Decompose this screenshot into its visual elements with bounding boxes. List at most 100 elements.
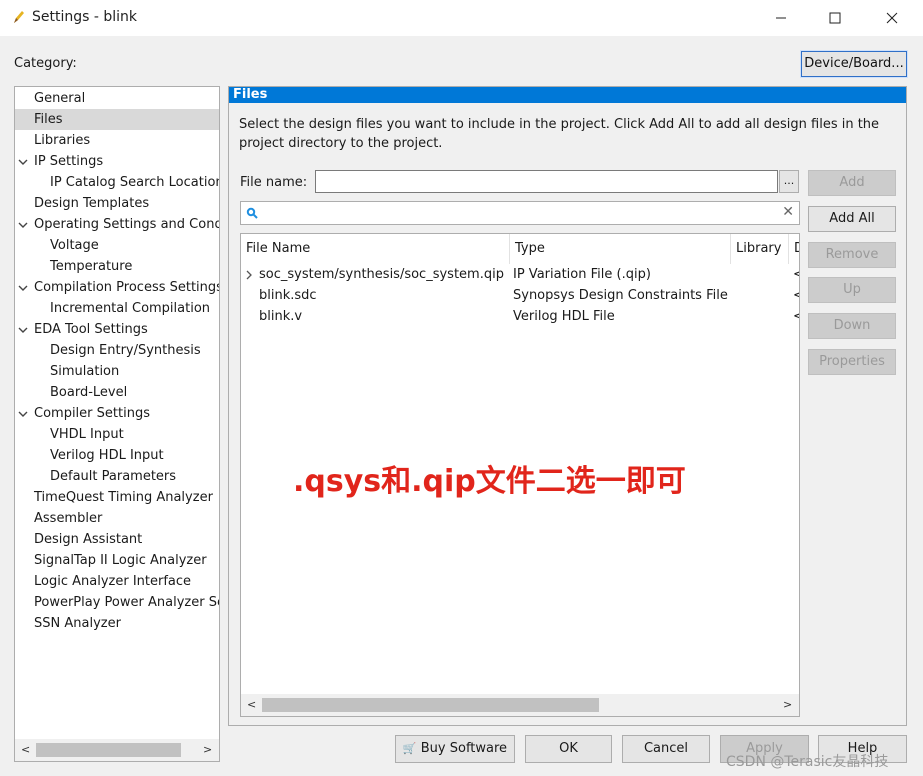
file-type-cell: IP Variation File (.qip) — [513, 267, 651, 282]
category-item-label: Incremental Compilation — [50, 301, 211, 316]
scroll-left-icon[interactable]: < — [21, 743, 30, 756]
remove-button[interactable]: Remove — [808, 242, 896, 268]
file-name-label: File name: — [240, 175, 308, 190]
category-item[interactable]: Temperature — [15, 256, 219, 277]
files-description: Select the design files you want to incl… — [239, 117, 880, 151]
cancel-button[interactable]: Cancel — [622, 735, 710, 763]
category-item[interactable]: Voltage — [15, 235, 219, 256]
browse-button[interactable]: ... — [779, 170, 799, 193]
category-item-label: Voltage — [50, 238, 99, 253]
category-item-label: Verilog HDL Input — [50, 448, 164, 463]
category-item-label: Design Assistant — [34, 532, 143, 547]
category-item-label: Compiler Settings — [34, 406, 150, 421]
scroll-right-icon[interactable]: > — [783, 698, 792, 711]
device-board-button[interactable]: Device/Board... — [800, 50, 908, 78]
minimize-button[interactable] — [758, 0, 804, 36]
files-panel: Files Select the design files you want t… — [228, 86, 907, 726]
category-item[interactable]: IP Settings — [15, 151, 219, 172]
category-item-label: Design Templates — [34, 196, 150, 211]
maximize-button[interactable] — [812, 0, 858, 36]
column-header-library[interactable]: Library — [731, 234, 789, 264]
category-item[interactable]: Verilog HDL Input — [15, 445, 219, 466]
category-item-label: IP Settings — [34, 154, 104, 169]
file-tool-cell: <None> — [793, 306, 799, 327]
down-button[interactable]: Down — [808, 313, 896, 339]
watermark: CSDN @Terasic友晶科技 — [726, 754, 889, 770]
table-row[interactable]: blink.sdc Synopsys Design Constraints Fil… — [241, 285, 799, 306]
title-bar: Settings - blink — [0, 0, 923, 36]
cart-icon: 🛒 — [402, 742, 417, 755]
category-item[interactable]: Incremental Compilation — [15, 298, 219, 319]
close-button[interactable] — [869, 0, 915, 36]
file-tool-cell: <None> — [793, 285, 799, 306]
chevron-down-icon[interactable] — [18, 409, 28, 419]
chevron-right-icon[interactable] — [245, 270, 253, 280]
category-item-label: Temperature — [50, 259, 133, 274]
file-filter-input[interactable]: ✕ — [240, 201, 800, 225]
properties-button[interactable]: Properties — [808, 349, 896, 375]
category-item[interactable]: Design Assistant — [15, 529, 219, 550]
table-row[interactable]: blink.v Verilog HDL File <None> — [241, 306, 799, 327]
category-label: Category: — [14, 56, 77, 71]
window-title: Settings - blink — [32, 9, 138, 25]
category-tree-panel: General Files Libraries IP Settings IP Catal… — [14, 86, 220, 762]
ok-button[interactable]: OK — [525, 735, 612, 763]
scrollbar-thumb[interactable] — [36, 743, 181, 757]
category-item[interactable]: Logic Analyzer Interface — [15, 571, 219, 592]
category-item-label: IP Catalog Search Locations — [50, 175, 219, 190]
file-name-cell: blink.v — [259, 309, 303, 324]
column-header-type[interactable]: Type — [510, 234, 731, 264]
category-item-label: Logic Analyzer Interface — [34, 574, 192, 589]
file-name-cell: blink.sdc — [259, 288, 317, 303]
chevron-down-icon[interactable] — [18, 157, 28, 167]
category-item[interactable]: Simulation — [15, 361, 219, 382]
buy-software-button[interactable]: 🛒 Buy Software — [395, 735, 515, 763]
category-item-label: Files — [34, 112, 63, 127]
scroll-right-icon[interactable]: > — [203, 743, 212, 756]
table-row[interactable]: soc_system/synthesis/soc_system.qip IP Va… — [241, 264, 799, 285]
column-header-design-entry-tool[interactable]: Design Entry/Synthesis Tool — [789, 234, 799, 264]
category-item[interactable]: Compilation Process Settings — [15, 277, 219, 298]
chevron-down-icon[interactable] — [18, 220, 28, 230]
file-name-input[interactable] — [315, 170, 778, 193]
category-item[interactable]: EDA Tool Settings — [15, 319, 219, 340]
category-item[interactable]: SignalTap II Logic Analyzer — [15, 550, 219, 571]
add-all-button[interactable]: Add All — [808, 206, 896, 232]
category-item-label: EDA Tool Settings — [34, 322, 148, 337]
add-button[interactable]: Add — [808, 170, 896, 196]
category-item[interactable]: PowerPlay Power Analyzer Settings — [15, 592, 219, 613]
category-item[interactable]: TimeQuest Timing Analyzer — [15, 487, 219, 508]
category-item[interactable]: Operating Settings and Conditions — [15, 214, 219, 235]
category-item[interactable]: IP Catalog Search Locations — [15, 172, 219, 193]
quartus-pencil-icon — [14, 11, 24, 23]
category-item-label: Board-Level — [50, 385, 128, 400]
category-item-label: Design Entry/Synthesis — [50, 343, 201, 358]
files-horizontal-scrollbar[interactable]: < > — [241, 694, 799, 716]
category-item-label: Operating Settings and Conditions — [34, 217, 219, 232]
files-panel-header: Files — [229, 87, 906, 103]
category-item[interactable]: Files — [15, 109, 219, 130]
clear-search-icon[interactable]: ✕ — [782, 204, 794, 220]
category-item[interactable]: Assembler — [15, 508, 219, 529]
category-item[interactable]: Design Templates — [15, 193, 219, 214]
category-horizontal-scrollbar[interactable]: < > — [15, 739, 219, 761]
up-button[interactable]: Up — [808, 277, 896, 303]
category-item[interactable]: Board-Level — [15, 382, 219, 403]
scrollbar-thumb[interactable] — [262, 698, 599, 712]
category-item-label: SignalTap II Logic Analyzer — [34, 553, 207, 568]
category-item[interactable]: Libraries — [15, 130, 219, 151]
category-item[interactable]: VHDL Input — [15, 424, 219, 445]
search-icon — [246, 207, 258, 219]
category-item-label: Compilation Process Settings — [34, 280, 219, 295]
category-item-label: PowerPlay Power Analyzer Settings — [34, 595, 219, 610]
buy-software-label: Buy Software — [420, 741, 508, 756]
chevron-down-icon[interactable] — [18, 283, 28, 293]
category-item[interactable]: Compiler Settings — [15, 403, 219, 424]
column-header-file-name[interactable]: File Name — [241, 234, 510, 264]
category-item[interactable]: Design Entry/Synthesis — [15, 340, 219, 361]
chevron-down-icon[interactable] — [18, 325, 28, 335]
scroll-left-icon[interactable]: < — [247, 698, 256, 711]
category-item[interactable]: General — [15, 88, 219, 109]
category-item[interactable]: SSN Analyzer — [15, 613, 219, 634]
category-item[interactable]: Default Parameters — [15, 466, 219, 487]
